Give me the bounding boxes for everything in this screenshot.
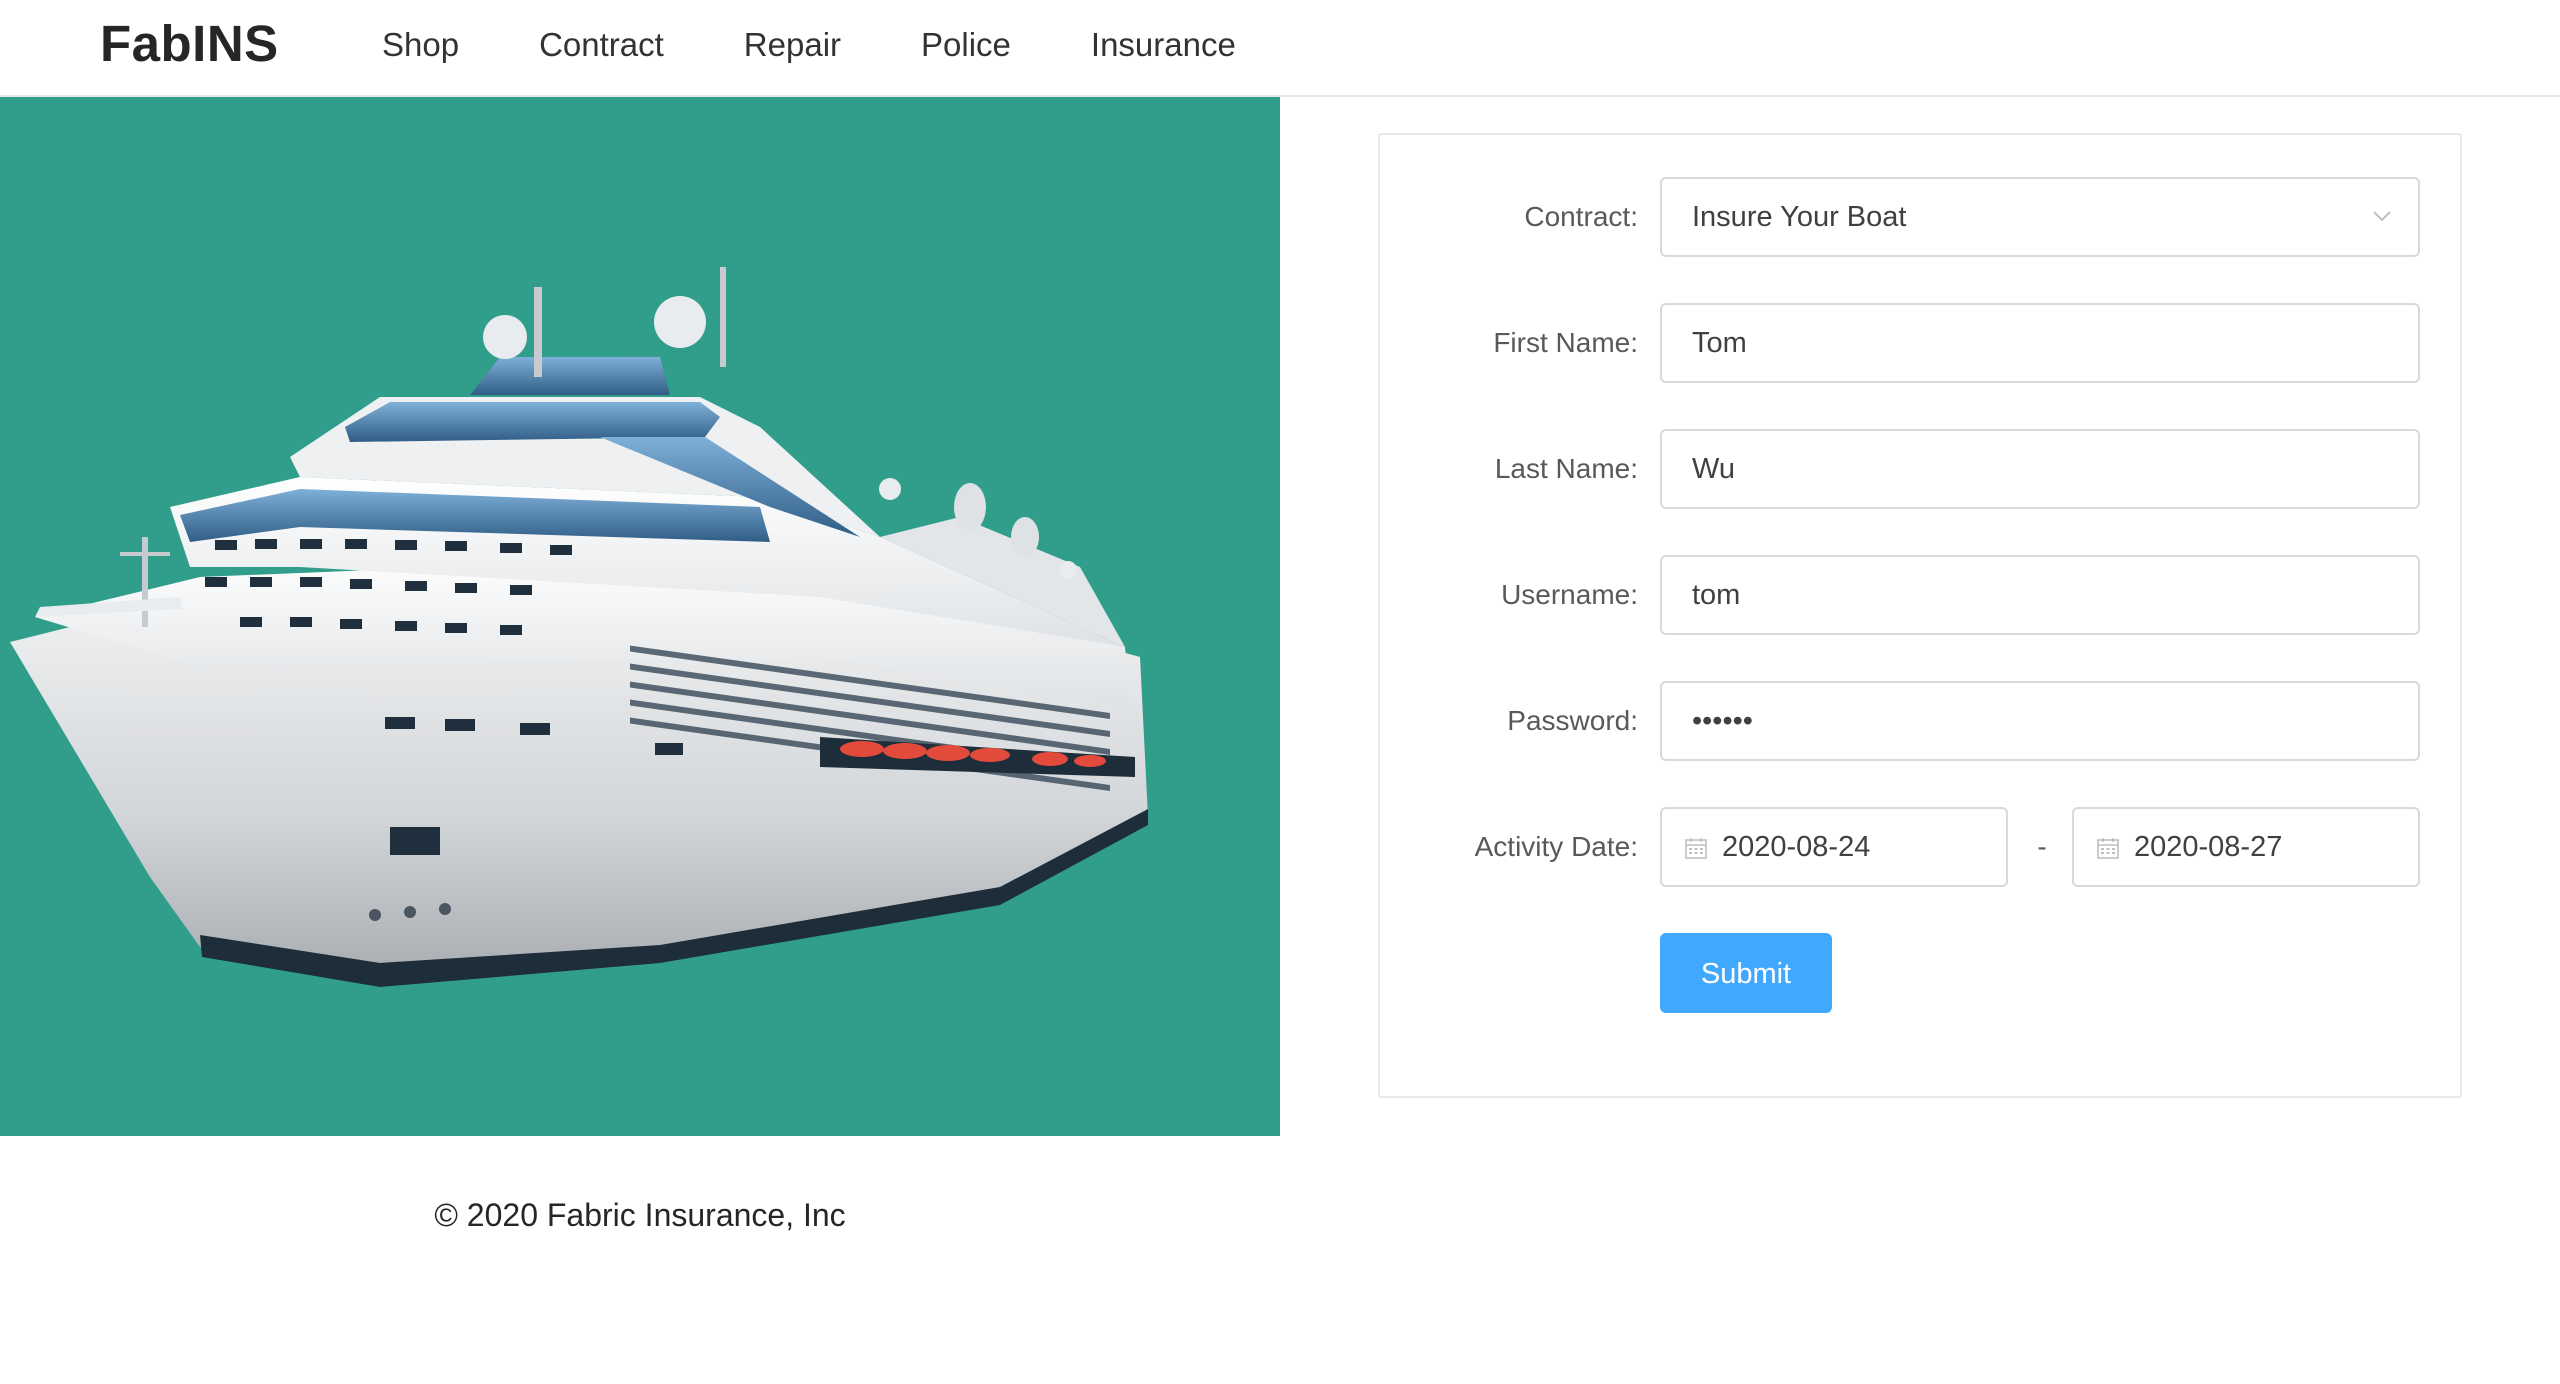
nav-item-contract[interactable]: Contract — [539, 20, 664, 70]
start-date-value: 2020-08-24 — [1722, 831, 1871, 863]
last-name-label: Last Name: — [1494, 453, 1638, 484]
submit-button[interactable]: Submit — [1660, 933, 1832, 1013]
first-name-label: First Name: — [1493, 327, 1638, 358]
password-row: Password: •••••• — [1380, 681, 2464, 761]
last-name-row: Last Name: Wu — [1380, 429, 2464, 509]
start-date-input[interactable]: 2020-08-24 — [1660, 807, 2008, 887]
username-input[interactable]: tom — [1660, 555, 2420, 635]
end-date-input[interactable]: 2020-08-27 — [2072, 807, 2420, 887]
activity-date-label: Activity Date: — [1474, 831, 1638, 862]
first-name-input[interactable]: Tom — [1660, 303, 2420, 383]
last-name-input[interactable]: Wu — [1660, 429, 2420, 509]
contract-select[interactable]: Insure Your Boat — [1660, 177, 2420, 257]
nav-item-repair[interactable]: Repair — [744, 20, 841, 70]
end-date-value: 2020-08-27 — [2134, 831, 2283, 863]
contract-select-value: Insure Your Boat — [1692, 201, 1907, 233]
password-input[interactable]: •••••• — [1660, 681, 2420, 761]
calendar-icon — [1685, 838, 1707, 859]
hero-image-panel — [0, 97, 1280, 1136]
insurance-form-card: Contract: Insure Your Boat First Name: T… — [1378, 133, 2462, 1098]
chevron-down-icon — [2373, 211, 2391, 222]
username-row: Username: tom — [1380, 555, 2464, 635]
main-nav: Shop Contract Repair Police Insurance — [382, 20, 1316, 70]
footer-copyright: © 2020 Fabric Insurance, Inc — [434, 1197, 846, 1233]
username-label: Username: — [1501, 579, 1638, 610]
nav-item-insurance[interactable]: Insurance — [1091, 20, 1236, 70]
brand-logo[interactable]: FabINS — [100, 14, 279, 74]
contract-label: Contract: — [1524, 201, 1638, 232]
contract-row: Contract: Insure Your Boat — [1380, 177, 2464, 257]
first-name-row: First Name: Tom — [1380, 303, 2464, 383]
nav-item-police[interactable]: Police — [921, 20, 1011, 70]
date-range-separator: - — [2037, 831, 2047, 862]
top-navbar: FabINS Shop Contract Repair Police Insur… — [0, 0, 2560, 97]
calendar-icon — [2097, 838, 2119, 859]
nav-item-shop[interactable]: Shop — [382, 20, 459, 70]
activity-date-row: Activity Date: 2020-08-24 - 2020-08-27 — [1380, 807, 2464, 887]
password-label: Password: — [1507, 705, 1638, 736]
cruise-ship-illustration — [10, 267, 1148, 987]
